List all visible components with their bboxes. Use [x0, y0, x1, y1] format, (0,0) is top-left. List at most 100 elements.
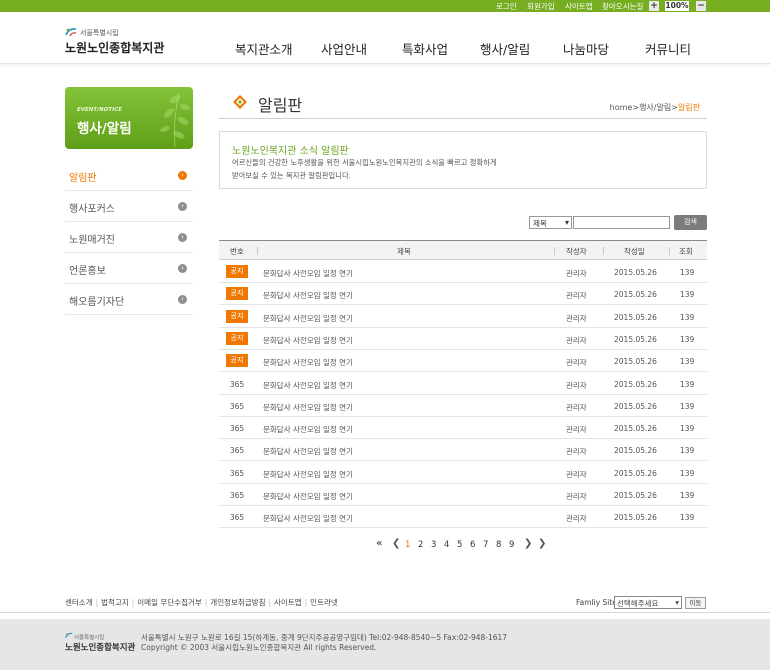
col-header-date: 작성일: [624, 247, 645, 256]
lnb-item-reporters[interactable]: 해오름기자단 ›: [65, 284, 193, 315]
post-title-link[interactable]: 문화답사 사전모임 일정 연기: [263, 268, 353, 279]
gnb-item-about[interactable]: 복지관소개: [235, 39, 293, 58]
page-link[interactable]: 8: [496, 540, 501, 550]
post-author: 관리자: [566, 514, 587, 524]
intro-description-line2: 받아보실 수 있는 복지관 알림판입니다.: [232, 171, 352, 180]
page-link[interactable]: 9: [509, 540, 514, 550]
table-row[interactable]: 365 문화답사 사전모임 일정 연기 관리자 2015.05.26 139: [219, 439, 707, 462]
page-link-current[interactable]: 1: [405, 540, 410, 550]
lnb-item-event-focus[interactable]: 행사포커스 ›: [65, 191, 193, 222]
notice-badge: 공지: [226, 309, 248, 323]
post-author: 관리자: [566, 313, 587, 323]
page-link[interactable]: 7: [483, 540, 488, 550]
post-title-link[interactable]: 문화답사 사전모임 일정 연기: [263, 313, 353, 324]
search-button[interactable]: 검색: [674, 215, 707, 230]
post-title-link[interactable]: 문화답사 사전모임 일정 연기: [263, 424, 353, 435]
table-row[interactable]: 공지 문화답사 사전모임 일정 연기 관리자 2015.05.26 139: [219, 283, 707, 306]
directions-link[interactable]: 찾아오시는길: [602, 1, 643, 12]
table-row[interactable]: 공지 문화답사 사전모임 일정 연기 관리자 2015.05.26 139: [219, 261, 707, 283]
post-title-link[interactable]: 문화답사 사전모임 일정 연기: [263, 290, 353, 301]
lnb-item-notice-board[interactable]: 알림판 ›: [65, 160, 193, 191]
site-header: 서울특별시립 노원노인종합복지관 복지관소개 사업안내 특화사업 행사/알림 나…: [0, 12, 770, 64]
next-page-icon[interactable]: ❯: [524, 538, 532, 549]
zoom-in-button[interactable]: +: [649, 1, 659, 11]
post-views: 139: [680, 268, 695, 277]
table-row[interactable]: 공지 문화답사 사전모임 일정 연기 관리자 2015.05.26 139: [219, 328, 707, 350]
post-number: 365: [229, 491, 245, 500]
family-site-value: 선택해주세요: [617, 599, 659, 608]
col-header-title: 제목: [397, 247, 411, 256]
footer-link-intranet[interactable]: 인트라넷: [310, 598, 338, 607]
join-link[interactable]: 회원가입: [527, 1, 555, 12]
table-row[interactable]: 365 문화답사 사전모임 일정 연기 관리자 2015.05.26 139: [219, 462, 707, 484]
gnb-item-special[interactable]: 특화사업: [402, 39, 448, 58]
table-row[interactable]: 365 문화답사 사전모임 일정 연기 관리자 2015.05.26 139: [219, 417, 707, 440]
lnb-item-label: 알림판: [69, 173, 97, 184]
post-title-link[interactable]: 문화답사 사전모임 일정 연기: [263, 469, 353, 480]
breadcrumb-section[interactable]: 행사/알림: [639, 103, 671, 112]
post-views: 139: [680, 446, 695, 456]
column-divider: [554, 247, 555, 255]
gnb-item-programs[interactable]: 사업안내: [321, 39, 367, 58]
footer-link-email-policy[interactable]: 이메일 무단수집거부: [137, 598, 201, 607]
search-field-select[interactable]: 제목 ▾: [529, 216, 572, 229]
lnb-item-magazine[interactable]: 노원매거진 ›: [65, 222, 193, 253]
post-title-link[interactable]: 문화답사 사전모임 일정 연기: [263, 380, 353, 391]
first-page-icon[interactable]: «: [376, 538, 382, 549]
footer-link-about[interactable]: 센터소개: [65, 598, 93, 607]
table-row[interactable]: 365 문화답사 사전모임 일정 연기 관리자 2015.05.26 139: [219, 506, 707, 529]
login-link[interactable]: 로그인: [496, 1, 517, 12]
last-page-icon[interactable]: ❯: [538, 538, 546, 549]
page-link[interactable]: 6: [470, 540, 475, 550]
post-title-link[interactable]: 문화답사 사전모임 일정 연기: [263, 357, 353, 368]
post-title-link[interactable]: 문화답사 사전모임 일정 연기: [263, 446, 353, 457]
page-link[interactable]: 2: [418, 540, 423, 550]
site-footer: 서울특별시립 노원노인종합복지관 서울특별시 노원구 노원로 16길 15(하계…: [0, 619, 770, 670]
post-views: 139: [680, 290, 695, 300]
gnb-item-sharing[interactable]: 나눔마당: [563, 39, 609, 58]
page-link[interactable]: 3: [431, 540, 436, 550]
banner-english-title: EVENT/NOTICE: [77, 107, 123, 113]
post-date: 2015.05.26: [614, 513, 657, 523]
page-link[interactable]: 4: [444, 540, 449, 550]
post-author: 관리자: [566, 291, 587, 301]
table-row[interactable]: 365 문화답사 사전모임 일정 연기 관리자 2015.05.26 139: [219, 373, 707, 395]
footer-link-legal[interactable]: 법적고지: [101, 598, 129, 607]
lnb-item-label: 언론홍보: [69, 266, 106, 277]
zoom-out-button[interactable]: −: [696, 1, 706, 11]
post-title-link[interactable]: 문화답사 사전모임 일정 연기: [263, 402, 353, 413]
post-author: 관리자: [566, 269, 587, 278]
footer-divider: [0, 612, 770, 613]
table-row[interactable]: 365 문화답사 사전모임 일정 연기 관리자 2015.05.26 139: [219, 484, 707, 506]
gnb-item-community[interactable]: 커뮤니티: [645, 39, 691, 58]
post-date: 2015.05.26: [614, 424, 657, 434]
post-number: 365: [229, 446, 245, 456]
post-title-link[interactable]: 문화답사 사전모임 일정 연기: [263, 513, 353, 524]
post-views: 139: [680, 513, 695, 523]
breadcrumb-home[interactable]: home: [610, 103, 633, 112]
family-site-label: Famliy Site: [576, 598, 617, 607]
family-site-select[interactable]: 선택해주세요 ▾: [614, 596, 682, 609]
post-title-link[interactable]: 문화답사 사전모임 일정 연기: [263, 335, 353, 346]
post-author: 관리자: [566, 447, 587, 457]
arrow-right-icon: ›: [178, 264, 187, 273]
prev-page-icon[interactable]: ❮: [392, 538, 400, 549]
post-date: 2015.05.26: [614, 357, 657, 367]
footer-link-sitemap[interactable]: 사이트맵: [274, 598, 302, 607]
chevron-down-icon: ▾: [675, 598, 679, 607]
page-link[interactable]: 5: [457, 540, 462, 550]
top-utility-bar: 로그인 회원가입 사이트맵 찾아오시는길 + 100% −: [0, 0, 770, 12]
family-site-go-button[interactable]: 이동: [685, 597, 706, 609]
table-row[interactable]: 공지 문화답사 사전모임 일정 연기 관리자 2015.05.26 139: [219, 306, 707, 328]
sitemap-link[interactable]: 사이트맵: [565, 1, 593, 12]
table-row[interactable]: 공지 문화답사 사전모임 일정 연기 관리자 2015.05.26 139: [219, 350, 707, 373]
gnb-item-events[interactable]: 행사/알림: [480, 39, 530, 58]
table-row[interactable]: 365 문화답사 사전모임 일정 연기 관리자 2015.05.26 139: [219, 395, 707, 417]
intro-heading: 노원노인복지관 소식 알림판: [232, 146, 349, 157]
footer-link-privacy[interactable]: 개인정보취급방침: [210, 598, 265, 607]
lnb-item-press[interactable]: 언론홍보 ›: [65, 253, 193, 284]
post-title-link[interactable]: 문화답사 사전모임 일정 연기: [263, 491, 353, 502]
search-input[interactable]: [573, 216, 670, 229]
column-divider: [257, 247, 258, 255]
leaf-decoration-icon: [160, 92, 190, 147]
